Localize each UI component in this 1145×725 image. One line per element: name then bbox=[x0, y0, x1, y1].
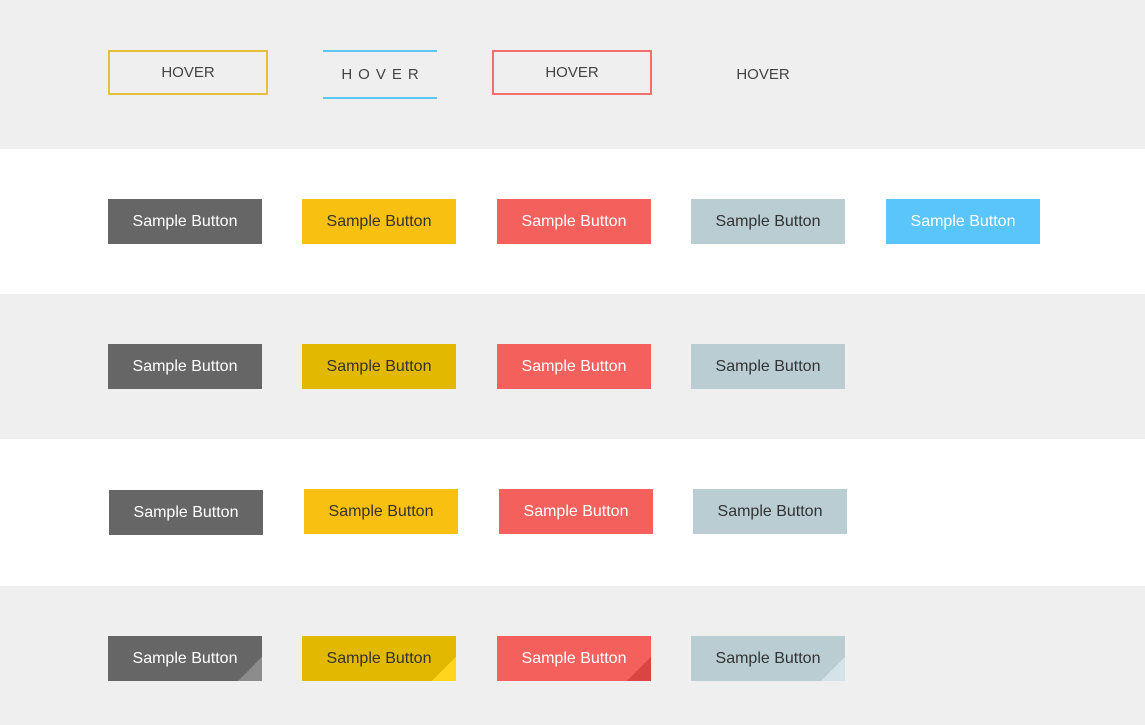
shifted-buttons-row: Sample Button Sample Button Sample Butto… bbox=[0, 439, 1145, 586]
button-label: Sample Button bbox=[326, 357, 432, 375]
folded-corner-buttons-row: Sample Button Sample Button Sample Butto… bbox=[0, 586, 1145, 725]
hover-button-red-outline[interactable]: HOVER bbox=[492, 50, 652, 95]
sample-button-dark-folded[interactable]: Sample Button bbox=[108, 636, 262, 681]
button-label: Sample Button bbox=[326, 649, 432, 667]
button-label: Sample Button bbox=[521, 212, 627, 230]
sample-button-blue-gray[interactable]: Sample Button bbox=[693, 489, 847, 534]
button-label: HOVER bbox=[161, 64, 215, 81]
sample-button-blue-gray-folded[interactable]: Sample Button bbox=[691, 636, 845, 681]
button-label: Sample Button bbox=[715, 212, 821, 230]
button-label: Sample Button bbox=[521, 649, 627, 667]
button-label: Sample Button bbox=[715, 357, 821, 375]
button-label: Sample Button bbox=[132, 357, 238, 375]
button-label: Sample Button bbox=[326, 212, 432, 230]
flat-buttons-row: Sample Button Sample Button Sample Butto… bbox=[0, 149, 1145, 294]
button-label: HOVER bbox=[341, 66, 425, 83]
sample-button-sky-blue[interactable]: Sample Button bbox=[886, 199, 1040, 244]
button-label: Sample Button bbox=[910, 212, 1016, 230]
button-label: Sample Button bbox=[328, 502, 434, 520]
button-label: Sample Button bbox=[521, 357, 627, 375]
button-label: Sample Button bbox=[715, 649, 821, 667]
sample-button-red[interactable]: Sample Button bbox=[499, 489, 653, 534]
button-label: Sample Button bbox=[717, 502, 823, 520]
hover-button-blue-lines[interactable]: HOVER bbox=[323, 50, 437, 99]
sample-button-dark[interactable]: Sample Button bbox=[109, 490, 263, 535]
sample-button-yellow-folded[interactable]: Sample Button bbox=[302, 636, 456, 681]
button-label: HOVER bbox=[545, 64, 599, 81]
sample-button-blue-gray[interactable]: Sample Button bbox=[691, 344, 845, 389]
sample-button-dark[interactable]: Sample Button bbox=[108, 199, 262, 244]
sample-button-yellow[interactable]: Sample Button bbox=[304, 489, 458, 534]
sample-button-dark[interactable]: Sample Button bbox=[108, 344, 262, 389]
sample-button-red[interactable]: Sample Button bbox=[497, 344, 651, 389]
button-label: HOVER bbox=[736, 66, 790, 83]
solid-buttons-row: Sample Button Sample Button Sample Butto… bbox=[0, 294, 1145, 439]
button-label: Sample Button bbox=[523, 502, 629, 520]
hover-buttons-row: HOVER HOVER HOVER HOVER bbox=[0, 0, 1145, 149]
hover-button-yellow-outline[interactable]: HOVER bbox=[108, 50, 268, 95]
button-label: Sample Button bbox=[132, 649, 238, 667]
sample-button-yellow[interactable]: Sample Button bbox=[302, 199, 456, 244]
button-label: Sample Button bbox=[132, 212, 238, 230]
sample-button-red-folded[interactable]: Sample Button bbox=[497, 636, 651, 681]
button-label: Sample Button bbox=[133, 503, 239, 521]
sample-button-dark-yellow[interactable]: Sample Button bbox=[302, 344, 456, 389]
hover-button-plain[interactable]: HOVER bbox=[700, 52, 826, 97]
sample-button-red[interactable]: Sample Button bbox=[497, 199, 651, 244]
sample-button-blue-gray[interactable]: Sample Button bbox=[691, 199, 845, 244]
